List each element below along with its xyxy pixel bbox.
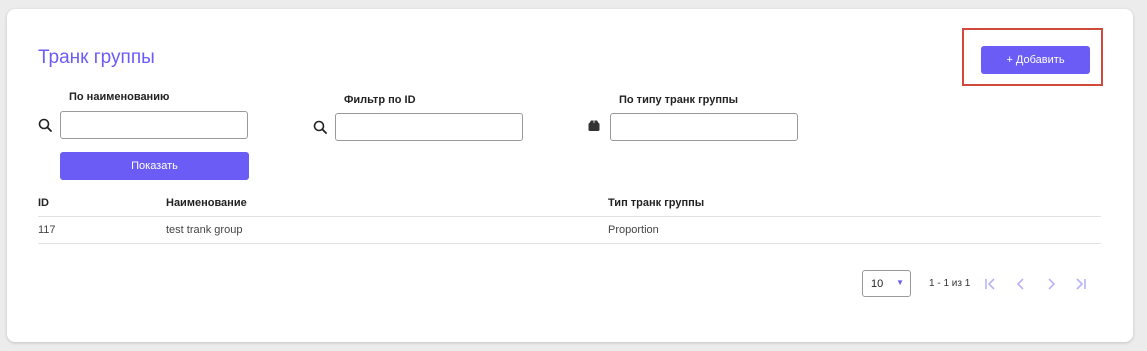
per-page-value: 10 [871, 278, 884, 290]
filter-id-input[interactable] [335, 113, 523, 141]
page-title: Транк группы [38, 47, 155, 68]
box-icon [588, 120, 600, 131]
table-header-divider [38, 216, 1101, 217]
first-page-icon[interactable] [983, 276, 999, 292]
filter-name-input[interactable] [60, 111, 248, 139]
prev-page-icon[interactable] [1013, 276, 1029, 292]
cell-type: Proportion [608, 224, 659, 236]
search-icon [313, 120, 327, 134]
per-page-select[interactable]: 10 ▼ [862, 270, 911, 297]
search-icon [38, 118, 52, 132]
cell-id: 117 [38, 224, 56, 236]
filter-type-input[interactable] [610, 113, 798, 141]
column-header-type[interactable]: Тип транк группы [608, 197, 704, 209]
last-page-icon[interactable] [1072, 276, 1088, 292]
column-header-id[interactable]: ID [38, 197, 49, 209]
filter-id-label: Фильтр по ID [344, 94, 416, 106]
filter-name-label: По наименованию [69, 91, 170, 103]
column-header-name[interactable]: Наименование [166, 197, 247, 209]
cell-name: test trank group [166, 224, 243, 236]
next-page-icon[interactable] [1043, 276, 1059, 292]
add-button[interactable]: + Добавить [981, 46, 1090, 74]
pagination-range: 1 - 1 из 1 [929, 278, 971, 289]
chevron-down-icon: ▼ [896, 278, 904, 287]
filter-type-label: По типу транк группы [619, 94, 739, 106]
table-row-divider [38, 243, 1101, 244]
show-button[interactable]: Показать [60, 152, 249, 180]
